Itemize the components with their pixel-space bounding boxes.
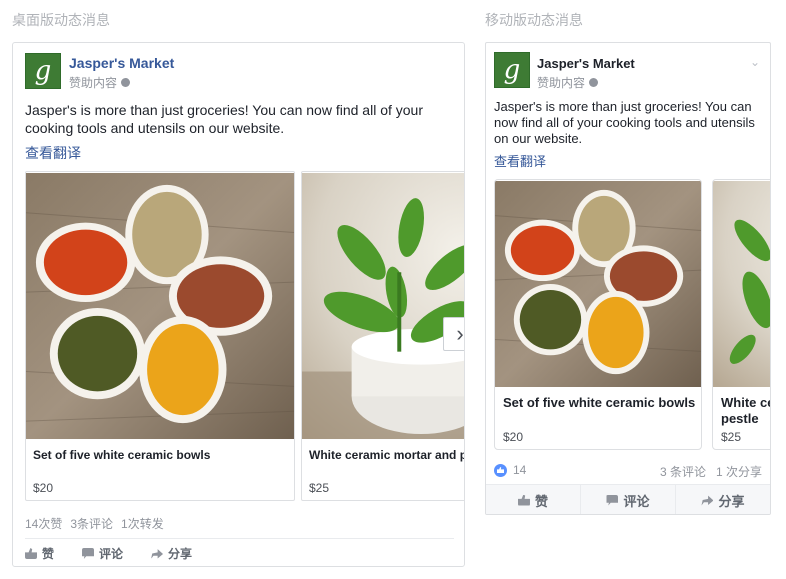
chevron-right-icon: › bbox=[456, 321, 464, 346]
spice-bowls-image bbox=[495, 181, 701, 387]
carousel-item[interactable]: White ceramic mortar and pestle $25 bbox=[301, 171, 464, 501]
chevron-down-icon[interactable]: ⌄ bbox=[750, 55, 760, 69]
mortar-pestle-image bbox=[302, 172, 464, 440]
like-count[interactable]: 14次赞 bbox=[25, 515, 62, 532]
like-button[interactable]: 赞 bbox=[486, 485, 581, 514]
share-count[interactable]: 1次转发 bbox=[121, 515, 164, 532]
carousel-item[interactable]: Set of five white ceramic bowls $20 bbox=[25, 171, 295, 501]
like-icon bbox=[25, 548, 37, 559]
page-avatar[interactable]: g bbox=[494, 52, 530, 88]
desktop-ad-card: g Jasper's Market 赞助内容 Jasper's is more … bbox=[12, 42, 465, 567]
mobile-carousel: Set of five white ceramic bowls $20 Whit… bbox=[494, 179, 770, 455]
comment-button[interactable]: 评论 bbox=[82, 545, 123, 562]
avatar-logo: g bbox=[503, 55, 521, 85]
comment-icon bbox=[82, 548, 95, 559]
comment-label: 评论 bbox=[623, 493, 650, 509]
see-translation-link[interactable]: 查看翻译 bbox=[25, 143, 81, 163]
sponsored-text: 赞助内容 bbox=[69, 76, 118, 90]
desktop-feed-label: 桌面版动态消息 bbox=[12, 12, 110, 28]
reaction-summary[interactable]: 14 bbox=[494, 463, 526, 477]
mortar-pestle-image bbox=[713, 181, 770, 387]
comment-button[interactable]: 评论 bbox=[581, 485, 676, 514]
like-button[interactable]: 赞 bbox=[25, 545, 54, 562]
share-button[interactable]: 分享 bbox=[151, 545, 192, 562]
page-name-link[interactable]: Jasper's Market bbox=[69, 55, 174, 71]
share-icon bbox=[151, 549, 164, 559]
avatar-logo: g bbox=[34, 56, 52, 86]
carousel-item-title: White ceramic mortar and pestle bbox=[721, 395, 770, 426]
sponsored-label: 赞助内容 bbox=[69, 74, 131, 91]
carousel-next-button[interactable]: › bbox=[443, 317, 464, 351]
post-text: Jasper's is more than just groceries! Yo… bbox=[494, 99, 755, 146]
page-avatar[interactable]: g bbox=[25, 53, 61, 89]
sponsored-text: 赞助内容 bbox=[537, 76, 586, 90]
like-label: 赞 bbox=[534, 493, 548, 509]
share-button[interactable]: 分享 bbox=[676, 485, 770, 514]
carousel-item[interactable]: White ceramic mortar and pestle $25 bbox=[712, 179, 770, 450]
share-icon bbox=[701, 495, 714, 506]
page-name-link[interactable]: Jasper's Market bbox=[537, 56, 635, 71]
like-count: 14 bbox=[513, 463, 527, 477]
carousel-item-price: $25 bbox=[721, 430, 742, 444]
comment-label: 评论 bbox=[99, 547, 124, 561]
mobile-feed-label: 移动版动态消息 bbox=[485, 12, 583, 28]
share-label: 分享 bbox=[168, 547, 193, 561]
comment-count[interactable]: 3 条评论 bbox=[660, 463, 706, 480]
globe-icon bbox=[121, 78, 131, 87]
comment-icon bbox=[606, 494, 619, 506]
action-bar: 赞 评论 分享 bbox=[25, 545, 192, 562]
desktop-carousel: Set of five white ceramic bowls $20 Whit… bbox=[25, 171, 464, 501]
action-bar: 赞 评论 分享 bbox=[486, 484, 770, 514]
carousel-item-title: Set of five white ceramic bowls bbox=[33, 448, 211, 462]
carousel-item-price: $25 bbox=[309, 481, 330, 495]
globe-icon bbox=[589, 78, 599, 87]
like-icon bbox=[494, 463, 507, 477]
spice-bowls-image bbox=[26, 172, 294, 440]
comment-count[interactable]: 3条评论 bbox=[70, 515, 113, 532]
carousel-item-price: $20 bbox=[503, 430, 524, 444]
like-label: 赞 bbox=[42, 547, 55, 561]
divider bbox=[25, 538, 454, 539]
post-text: Jasper's is more than just groceries! Yo… bbox=[25, 102, 423, 136]
sponsored-label: 赞助内容 bbox=[537, 74, 599, 91]
carousel-item-title: Set of five white ceramic bowls bbox=[503, 395, 696, 410]
share-label: 分享 bbox=[718, 493, 745, 509]
carousel-item-price: $20 bbox=[33, 481, 54, 495]
see-translation-link[interactable]: 查看翻译 bbox=[494, 151, 546, 170]
carousel-item[interactable]: Set of five white ceramic bowls $20 bbox=[494, 179, 702, 450]
like-icon bbox=[517, 494, 530, 506]
engagement-counts: 3 条评论 1 次分享 bbox=[660, 463, 762, 480]
share-count[interactable]: 1 次分享 bbox=[716, 463, 762, 480]
mobile-ad-card: g Jasper's Market 赞助内容 ⌄ Jasper's is mor… bbox=[485, 42, 771, 515]
engagement-stats: 14次赞 3条评论 1次转发 bbox=[25, 515, 164, 532]
carousel-item-title: White ceramic mortar and pestle bbox=[309, 448, 464, 462]
